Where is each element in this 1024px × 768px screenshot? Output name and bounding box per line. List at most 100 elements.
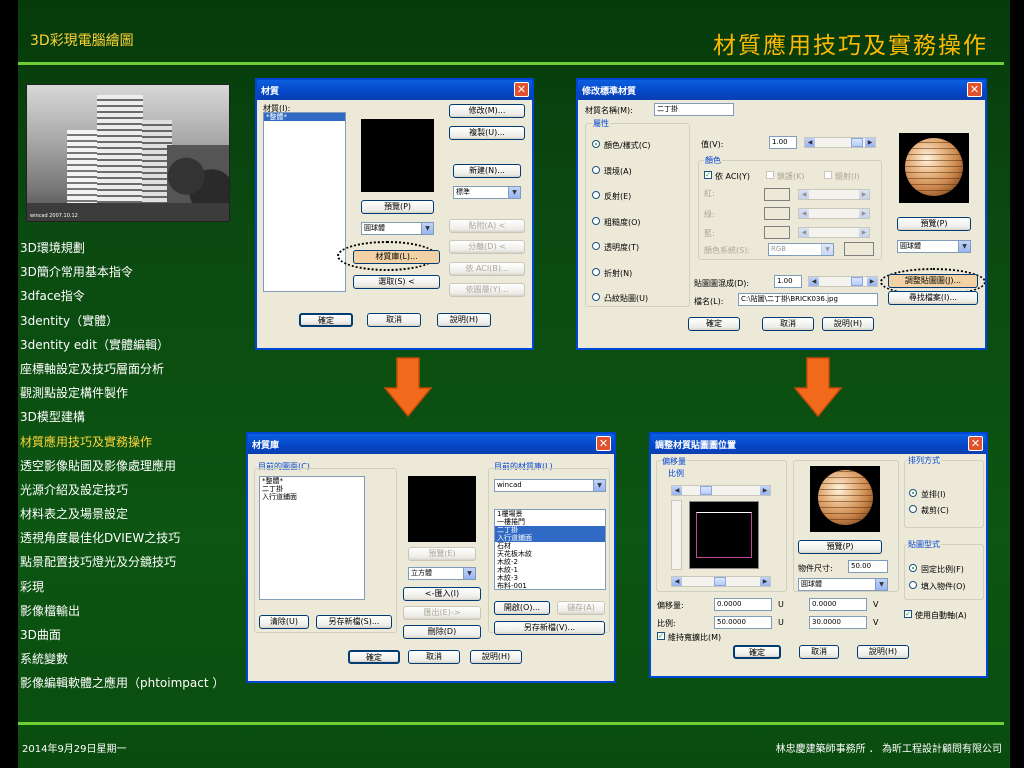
chevron-left-icon[interactable]: ◀ — [672, 486, 682, 495]
chevron-right-icon[interactable]: ▶ — [865, 138, 875, 147]
chevron-left-icon[interactable]: ◀ — [799, 209, 809, 218]
menu-item[interactable]: 3dentity edit（實體編輯） — [20, 335, 248, 359]
menu-item[interactable]: 3dentity（實體） — [20, 311, 248, 335]
by-aci-checkbox[interactable]: ✓ — [704, 171, 712, 179]
menu-item[interactable]: 觀測點設定構件製作 — [20, 383, 248, 407]
preview-shape-select[interactable]: 立方體 ▼ — [408, 567, 476, 580]
menu-item[interactable]: 透空影像貼圖及影像處理應用 — [20, 456, 248, 480]
list-item[interactable]: *整體* — [260, 477, 364, 485]
menu-item[interactable]: 材質應用技巧及實務操作 — [20, 432, 248, 456]
preview-button[interactable]: 預覽(P) — [798, 540, 882, 554]
cancel-button[interactable]: 取消 — [367, 313, 421, 327]
preview-button[interactable]: 預覽(E) — [408, 547, 476, 561]
menu-item[interactable]: 光源介紹及設定技巧 — [20, 480, 248, 504]
list-item[interactable]: 1樓場景 — [495, 510, 605, 518]
find-file-button[interactable]: 尋找檔案(I)... — [888, 291, 978, 305]
keep-ratio-checkbox[interactable]: ✓ — [657, 632, 665, 640]
attribute-radio[interactable] — [592, 140, 600, 148]
preview-shape-select[interactable]: 圓球體 ▼ — [798, 578, 888, 591]
map-blend-input[interactable]: 1.00 — [774, 275, 802, 288]
chevron-down-icon[interactable]: ▼ — [875, 579, 887, 590]
ok-button[interactable]: 確定 — [688, 317, 740, 331]
menu-item[interactable]: 3D曲面 — [20, 625, 248, 649]
menu-item[interactable]: 影像編輯軟體之應用（phtoimpact ） — [20, 673, 248, 697]
list-item[interactable]: 木紋-1 — [495, 566, 605, 574]
chevron-right-icon[interactable]: ▶ — [859, 228, 869, 237]
horizontal-offset-slider[interactable]: ◀ ▶ — [671, 576, 771, 587]
attribute-radio[interactable] — [592, 216, 600, 225]
scale-u-input[interactable]: 50.0000 — [714, 616, 772, 629]
library-button[interactable]: 材質庫(L)... — [353, 250, 440, 264]
horizontal-scale-slider[interactable]: ◀ ▶ — [671, 485, 771, 496]
attribute-radio[interactable] — [592, 267, 600, 276]
chevron-left-icon[interactable]: ◀ — [799, 190, 809, 199]
chevron-down-icon[interactable]: ▼ — [958, 241, 970, 252]
list-item[interactable]: 二丁掛 — [495, 526, 605, 534]
current-materials-list[interactable]: *整體* 二丁掛 入行道鋪面 — [259, 476, 365, 600]
menu-item[interactable]: 3D簡介常用基本指令 — [20, 262, 248, 286]
close-icon[interactable]: ✕ — [514, 82, 529, 97]
chevron-right-icon[interactable]: ▶ — [760, 486, 770, 495]
chevron-down-icon[interactable]: ▼ — [508, 187, 520, 198]
import-button[interactable]: <-匯入(I) — [403, 587, 481, 601]
chevron-down-icon[interactable]: ▼ — [593, 480, 605, 491]
open-button[interactable]: 開啟(O)... — [494, 601, 550, 615]
chevron-left-icon[interactable]: ◀ — [809, 277, 819, 286]
cancel-button[interactable]: 取消 — [762, 317, 814, 331]
ok-button[interactable]: 確定 — [733, 645, 781, 659]
help-button[interactable]: 說明(H) — [822, 317, 874, 331]
preview-button[interactable]: 預覽(P) — [361, 200, 434, 214]
menu-item[interactable]: 彩現 — [20, 577, 248, 601]
attribute-radio[interactable] — [592, 293, 600, 301]
offset-u-input[interactable]: 0.0000 — [714, 598, 772, 611]
crop-radio[interactable] — [909, 505, 917, 513]
slider-thumb[interactable] — [851, 277, 863, 286]
attribute-radio[interactable] — [592, 165, 600, 174]
menu-item[interactable]: 座標軸設定及技巧層面分析 — [20, 359, 248, 383]
chevron-right-icon[interactable]: ▶ — [859, 209, 869, 218]
save-button[interactable]: 儲存(A) — [557, 601, 605, 615]
modify-button[interactable]: 修改(M)... — [449, 104, 525, 118]
object-size-input[interactable]: 50.00 — [848, 560, 888, 573]
auto-axis-checkbox[interactable]: ✓ — [904, 610, 912, 618]
value-input[interactable]: 1.00 — [769, 136, 797, 149]
slider-thumb[interactable] — [700, 486, 712, 495]
map-blend-slider[interactable]: ◀ ▶ — [808, 276, 878, 287]
green-slider[interactable]: ◀ ▶ — [798, 208, 870, 219]
vertical-scale-slider[interactable] — [671, 500, 682, 570]
menu-item[interactable]: 透視角度最佳化DVIEW之技巧 — [20, 528, 248, 552]
preview-shape-select[interactable]: 圓球體 ▼ — [361, 222, 434, 235]
menu-item[interactable]: 3D環境規劃 — [20, 238, 248, 262]
material-type-select[interactable]: 標準 ▼ — [453, 186, 521, 199]
slider-thumb[interactable] — [714, 577, 726, 586]
list-item[interactable]: 二丁掛 — [260, 485, 364, 493]
chevron-down-icon[interactable]: ▼ — [821, 244, 833, 255]
ok-button[interactable]: 確定 — [299, 313, 353, 327]
list-item[interactable]: 木紋-2 — [495, 558, 605, 566]
list-item[interactable]: *整體* — [264, 113, 345, 121]
material-name-input[interactable]: 二丁掛 — [654, 103, 734, 116]
library-select[interactable]: wincad ▼ — [494, 479, 606, 492]
preview-button[interactable]: 預覽(P) — [897, 217, 971, 231]
help-button[interactable]: 說明(H) — [470, 650, 522, 664]
menu-item[interactable]: 點景配置技巧燈光及分鏡技巧 — [20, 552, 248, 576]
close-icon[interactable]: ✕ — [968, 436, 983, 451]
chevron-down-icon[interactable]: ▼ — [421, 223, 433, 234]
chevron-left-icon[interactable]: ◀ — [805, 138, 815, 147]
blue-slider[interactable]: ◀ ▶ — [798, 227, 870, 238]
menu-item[interactable]: 材料表之及場景設定 — [20, 504, 248, 528]
help-button[interactable]: 說明(H) — [857, 645, 909, 659]
export-button[interactable]: 匯出(E)-> — [403, 606, 481, 620]
select-button[interactable]: 選取(S) < — [353, 275, 440, 289]
chevron-down-icon[interactable]: ▼ — [463, 568, 475, 579]
tile-radio[interactable] — [909, 489, 917, 497]
fit-object-radio[interactable] — [909, 581, 917, 589]
chevron-right-icon[interactable]: ▶ — [867, 277, 877, 286]
chevron-left-icon[interactable]: ◀ — [672, 577, 682, 586]
chevron-right-icon[interactable]: ▶ — [859, 190, 869, 199]
list-item[interactable]: 入行道鋪面 — [260, 493, 364, 501]
by-aci-button[interactable]: 依 ACI(B)... — [449, 262, 525, 276]
save-as-button[interactable]: 另存新檔(S)... — [316, 615, 392, 629]
list-item[interactable]: 一樓捲門 — [495, 518, 605, 526]
menu-item[interactable]: 影像檔輸出 — [20, 601, 248, 625]
